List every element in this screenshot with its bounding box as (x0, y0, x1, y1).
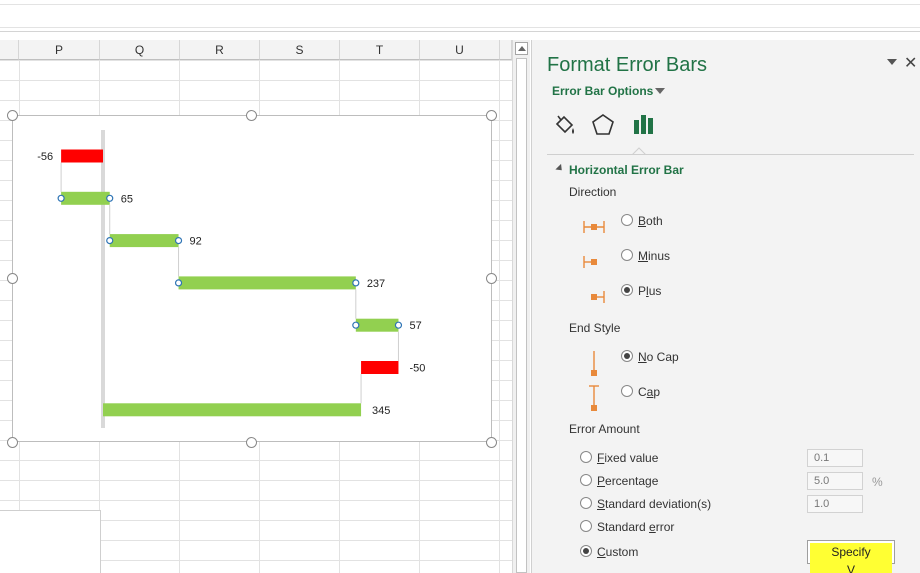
no-cap-label[interactable]: No Cap (638, 350, 679, 364)
fixed-value-label[interactable]: Fixed value (597, 451, 658, 465)
bar-0 (61, 149, 103, 163)
direction-both-radio[interactable] (621, 214, 633, 226)
vertical-scrollbar[interactable] (512, 40, 530, 573)
custom-radio[interactable] (580, 545, 592, 557)
resize-handle-top-left[interactable] (7, 110, 18, 121)
collapse-caret-icon[interactable] (555, 163, 565, 174)
direction-heading: Direction (569, 185, 617, 199)
pane-options-dropdown-icon[interactable] (887, 59, 897, 65)
formula-bar[interactable] (0, 0, 920, 32)
no-cap-radio[interactable] (621, 350, 633, 362)
fixed-value-input[interactable]: 0.1 (807, 449, 863, 467)
chart-plot-area: -56 65 92 237 57 -50 345 (37, 130, 425, 428)
standard-deviation-input[interactable]: 1.0 (807, 495, 863, 513)
bar-3 (178, 276, 356, 290)
specify-value-button[interactable]: Specify Value (807, 540, 895, 573)
standard-deviation-radio[interactable] (580, 497, 592, 509)
waterfall-chart[interactable]: -56 65 92 237 57 -50 345 (12, 115, 492, 442)
data-label-3: 237 (367, 278, 385, 290)
direction-plus-icon (591, 291, 605, 303)
selected-cell-range[interactable] (0, 510, 101, 573)
column-header-q[interactable]: Q (100, 40, 180, 60)
column-header-r[interactable]: R (180, 40, 260, 60)
bar-2 (109, 234, 179, 248)
direction-both-icon (583, 221, 605, 233)
percent-sign: % (872, 475, 883, 489)
percentage-label[interactable]: Percentage (597, 474, 658, 488)
data-label-4: 57 (409, 320, 421, 332)
standard-deviation-label[interactable]: Standard deviation(s) (597, 497, 711, 511)
bar-6 (103, 403, 362, 417)
resize-handle-right[interactable] (486, 273, 497, 284)
error-bar-point-end-3 (352, 279, 360, 287)
bar-1 (61, 191, 110, 205)
bar-5 (361, 361, 399, 374)
direction-minus-label[interactable]: Minus (638, 249, 670, 263)
column-header-p[interactable]: P (19, 40, 100, 60)
column-header-t[interactable]: T (340, 40, 420, 60)
data-label-0: -56 (37, 151, 53, 163)
error-bar-point-start-1 (57, 194, 65, 202)
resize-handle-top[interactable] (246, 110, 257, 121)
error-bar-point-end-2 (174, 236, 183, 245)
scrollbar-thumb[interactable] (516, 58, 527, 573)
percentage-radio[interactable] (580, 474, 592, 486)
bar-4 (355, 318, 399, 332)
error-bar-point-start-3 (174, 279, 183, 287)
chevron-down-icon[interactable] (655, 88, 665, 94)
column-header-blank (0, 40, 19, 60)
direction-minus-icon (583, 256, 597, 268)
data-label-2: 92 (190, 236, 202, 248)
standard-error-radio[interactable] (580, 520, 592, 532)
percentage-input[interactable]: 5.0 (807, 472, 863, 490)
fill-line-icon[interactable] (552, 112, 578, 138)
column-header-s[interactable]: S (260, 40, 340, 60)
column-header-next (500, 40, 512, 60)
direction-plus-label[interactable]: Plus (638, 284, 661, 298)
scroll-up-icon[interactable] (515, 42, 528, 55)
error-amount-heading: Error Amount (569, 422, 640, 436)
cap-icon (589, 385, 599, 411)
data-label-5: -50 (409, 363, 425, 375)
section-divider (547, 154, 914, 155)
pane-title: Format Error Bars (547, 54, 708, 76)
custom-label[interactable]: Custom (597, 545, 638, 559)
resize-handle-bottom[interactable] (246, 437, 257, 448)
error-bar-point-end-4 (394, 321, 403, 329)
resize-handle-left[interactable] (7, 273, 18, 284)
resize-handle-bottom-left[interactable] (7, 437, 18, 448)
section-heading[interactable]: Horizontal Error Bar (569, 163, 684, 177)
close-icon[interactable]: ✕ (904, 53, 917, 73)
direction-both-label[interactable]: Both (638, 214, 663, 228)
fixed-value-radio[interactable] (580, 451, 592, 463)
effects-pentagon-icon[interactable] (590, 112, 616, 138)
data-label-6: 345 (372, 405, 390, 417)
bar-chart-options-icon[interactable] (631, 112, 657, 138)
direction-minus-radio[interactable] (621, 249, 633, 261)
direction-plus-radio[interactable] (621, 284, 633, 296)
end-style-heading: End Style (569, 321, 621, 335)
no-cap-icon (591, 351, 597, 376)
error-bar-point-start-2 (106, 236, 114, 245)
error-bar-point-end-1 (106, 194, 114, 202)
column-header-u[interactable]: U (420, 40, 500, 60)
specify-value-label: Specify Value (810, 543, 892, 573)
error-bar-point-start-4 (352, 321, 360, 329)
options-category-dropdown[interactable]: Error Bar Options (552, 84, 653, 98)
resize-handle-top-right[interactable] (486, 110, 497, 121)
format-error-bars-pane: Format Error Bars ✕ Error Bar Options Ho… (531, 40, 920, 573)
cap-label[interactable]: Cap (638, 385, 660, 399)
standard-error-label[interactable]: Standard error (597, 520, 674, 534)
data-label-1: 65 (121, 193, 133, 205)
cap-radio[interactable] (621, 385, 633, 397)
resize-handle-bottom-right[interactable] (486, 437, 497, 448)
